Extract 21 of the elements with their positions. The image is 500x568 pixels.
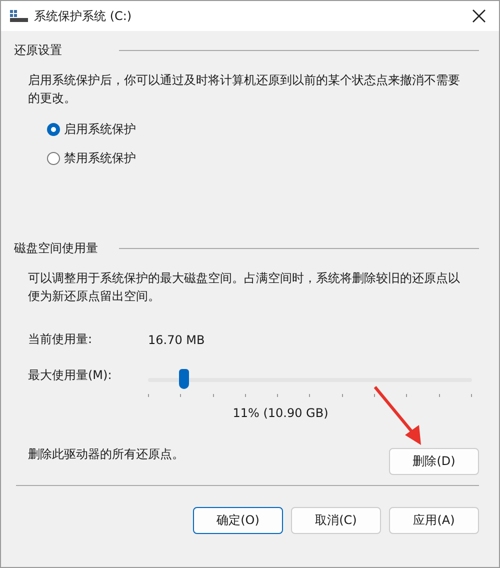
window-title: 系统保护系统 (C:) [34,8,132,24]
description-text: 启用系统保护后，你可以通过及时将计算机还原到以前的某个状态点来撤消不需要的更改。 [28,72,461,107]
radio-option[interactable]: 禁用系统保护 [47,150,487,167]
slider-thumb[interactable] [178,369,189,389]
group-heading: 磁盘空间使用量 [14,240,98,256]
close-icon [472,9,486,23]
radio-button[interactable] [47,152,60,165]
radio-button[interactable] [47,123,60,136]
description-text: 可以调整用于系统保护的最大磁盘空间。占满空间时，系统将删除较旧的还原点以便为新还原点留出空间。 [28,270,461,305]
ok-button[interactable]: 确定(O) [193,507,283,534]
delete-button[interactable]: 删除(D) [389,448,479,475]
current-usage-value: 16.70 MB [148,332,205,346]
max-usage-reading: 11% (10.90 GB) [232,406,330,420]
apply-button[interactable]: 应用(A) [389,507,479,534]
drive-icon [10,10,28,22]
radio-option[interactable]: 启用系统保护 [47,121,487,138]
delete-description: 删除此驱动器的所有还原点。 [28,446,184,463]
current-usage-label: 当前使用量: [28,331,94,348]
cancel-button[interactable]: 取消(C) [291,507,381,534]
group-heading: 还原设置 [14,42,62,58]
max-usage-label: 最大使用量(M): [28,366,113,384]
